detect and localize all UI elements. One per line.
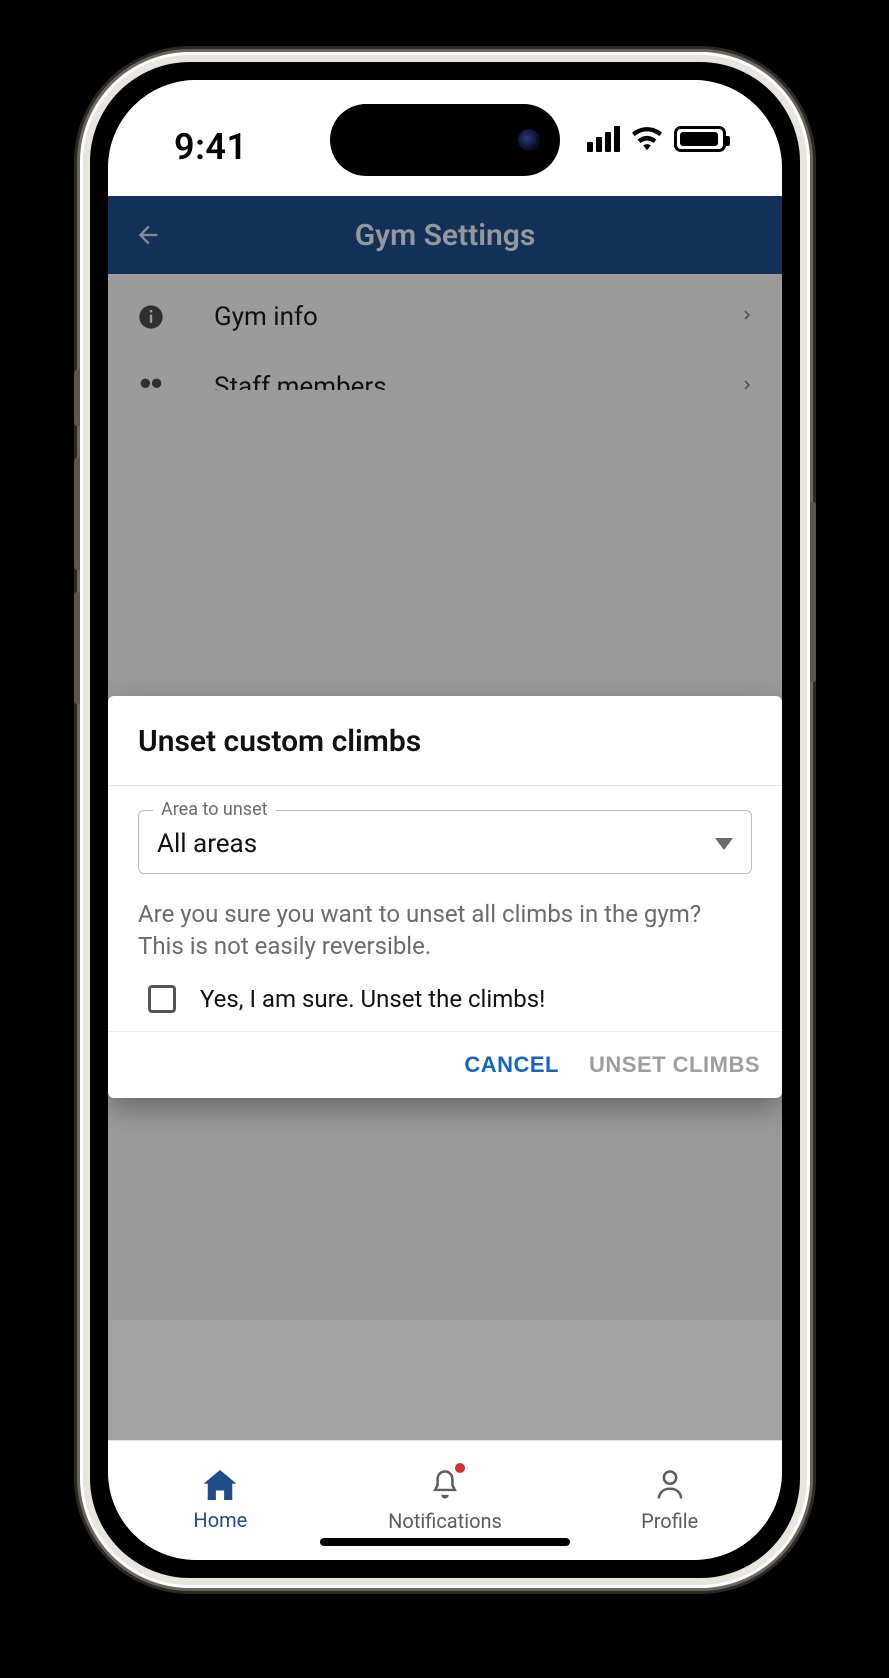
dialog-header: Unset custom climbs: [108, 696, 782, 785]
status-bar: 9:41: [108, 80, 782, 196]
dynamic-island: [330, 104, 560, 176]
dropdown-icon: [715, 835, 733, 854]
battery-icon: [674, 126, 726, 152]
power-button: [810, 502, 816, 682]
home-indicator: [320, 1538, 570, 1546]
confirm-checkbox[interactable]: [148, 985, 176, 1013]
status-icons: [587, 126, 726, 152]
phone-bezel: 9:41: [90, 62, 800, 1578]
cancel-button[interactable]: CANCEL: [464, 1052, 559, 1078]
tab-home[interactable]: Home: [108, 1441, 333, 1560]
device-mockup: 9:41: [0, 0, 889, 1678]
area-select[interactable]: Area to unset All areas: [138, 810, 752, 874]
checkbox-label: Yes, I am sure. Unset the climbs!: [200, 985, 545, 1013]
tab-label: Home: [193, 1508, 247, 1532]
confirm-checkbox-row[interactable]: Yes, I am sure. Unset the climbs!: [138, 985, 752, 1013]
field-value: All areas: [157, 829, 257, 859]
wifi-icon: [632, 127, 662, 151]
person-icon: [655, 1469, 685, 1505]
status-time: 9:41: [174, 126, 248, 168]
dialog-actions: CANCEL UNSET CLIMBS: [108, 1031, 782, 1098]
cellular-icon: [587, 126, 620, 152]
app-body: Gym Settings Gym info: [108, 196, 782, 1440]
unset-climbs-dialog: Unset custom climbs Area to unset All ar…: [108, 696, 782, 1098]
side-button: [74, 370, 80, 426]
dialog-title: Unset custom climbs: [138, 724, 752, 759]
home-icon: [203, 1470, 237, 1504]
notification-badge: [455, 1463, 465, 1473]
volume-up-button: [74, 458, 80, 570]
unset-climbs-button[interactable]: UNSET CLIMBS: [589, 1052, 760, 1078]
app-root: 9:41: [108, 80, 782, 1560]
warning-text: Are you sure you want to unset all climb…: [138, 898, 752, 963]
tab-label: Notifications: [388, 1509, 502, 1533]
bell-icon: [430, 1469, 460, 1505]
dialog-body: Area to unset All areas Are you sure you…: [108, 786, 782, 1031]
volume-down-button: [74, 592, 80, 704]
screen: 9:41: [108, 80, 782, 1560]
tab-profile[interactable]: Profile: [557, 1441, 782, 1560]
tab-label: Profile: [641, 1509, 698, 1533]
field-label: Area to unset: [153, 799, 276, 820]
phone-frame: 9:41: [80, 52, 810, 1588]
